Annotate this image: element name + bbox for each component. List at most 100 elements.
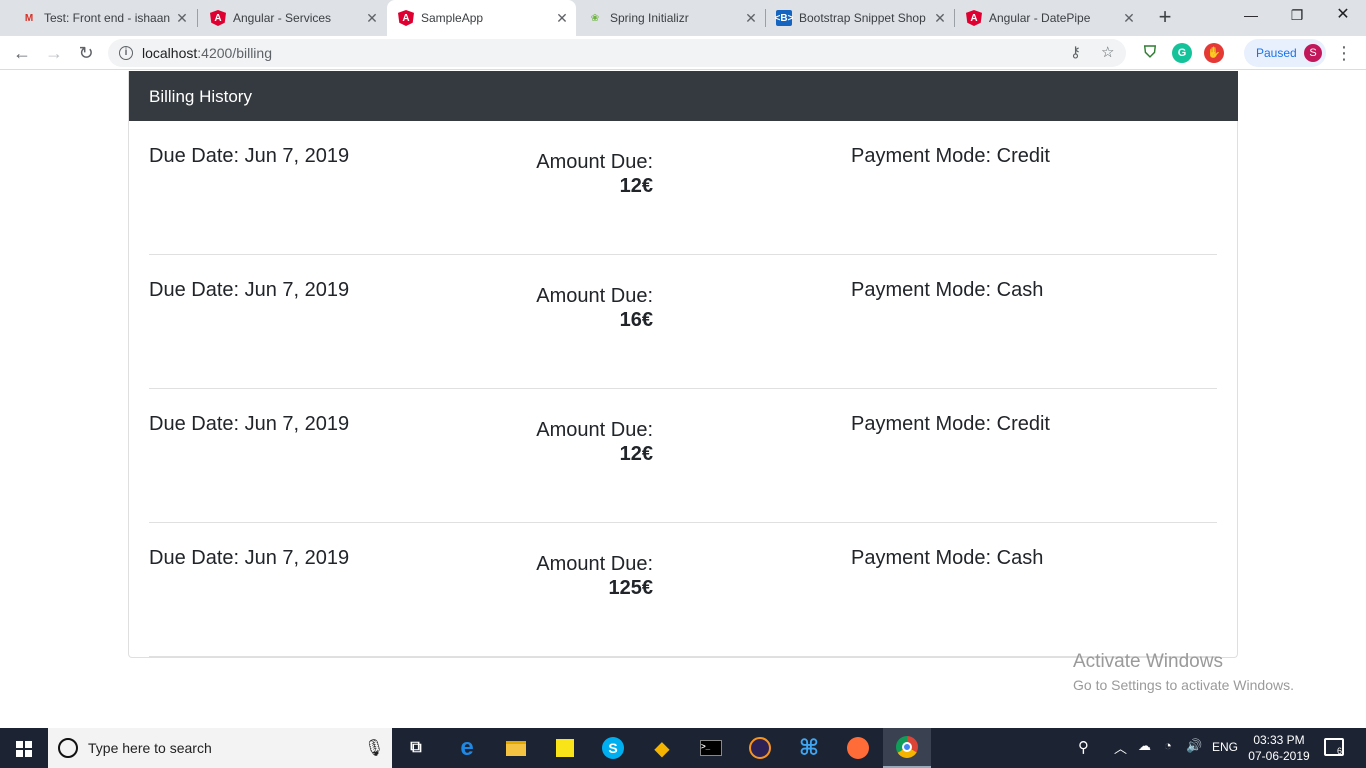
address-bar[interactable]: i localhost:4200/billing ⚷ ☆: [108, 39, 1126, 67]
info-icon[interactable]: i: [119, 46, 133, 60]
shield-extension-icon[interactable]: ⛉: [1140, 43, 1160, 63]
new-tab-button[interactable]: +: [1153, 4, 1177, 30]
back-button[interactable]: ←: [8, 39, 36, 67]
close-icon[interactable]: ✕: [554, 10, 570, 27]
app-launcher-icon[interactable]: ◆: [638, 728, 686, 768]
profile-status: Paused: [1256, 46, 1297, 60]
amount-label: Amount Due:: [536, 419, 653, 441]
amount-due: Amount Due: 12€: [533, 150, 653, 198]
postman-icon[interactable]: [834, 728, 882, 768]
bill-row: Due Date: Jun 7, 2019 Amount Due: 125€ Pa…: [149, 523, 1217, 657]
tab-angular-datepipe[interactable]: A Angular - DatePipe ✕: [955, 0, 1143, 36]
language-indicator[interactable]: ENG: [1212, 740, 1238, 754]
due-date: Due Date: Jun 7, 2019: [149, 413, 350, 435]
payment-mode: Payment Mode: Cash: [851, 279, 1044, 301]
minimize-button[interactable]: —: [1228, 0, 1274, 30]
payment-mode: Payment Mode: Credit: [851, 413, 1050, 435]
close-icon[interactable]: ✕: [743, 10, 759, 27]
forward-button[interactable]: →: [40, 39, 68, 67]
cortana-icon: [58, 738, 78, 758]
menu-icon[interactable]: ⋮: [1334, 39, 1354, 67]
url-path: :4200/billing: [197, 45, 272, 61]
due-date: Due Date: Jun 7, 2019: [149, 145, 350, 167]
start-button[interactable]: [0, 728, 48, 768]
terminal-icon[interactable]: >_: [687, 728, 735, 768]
amount-value: 125€: [608, 577, 654, 599]
vscode-icon[interactable]: ⌘: [785, 728, 833, 768]
amount-value: 12€: [619, 443, 653, 465]
windows-logo-icon: [16, 741, 32, 757]
close-icon[interactable]: ✕: [932, 10, 948, 27]
edge-icon[interactable]: e: [443, 728, 491, 768]
tab-angular-services[interactable]: A Angular - Services ✕: [198, 0, 386, 36]
chrome-icon[interactable]: [883, 728, 931, 768]
notification-count: 6: [1336, 746, 1342, 756]
close-icon[interactable]: ✕: [1121, 10, 1137, 27]
clock-time: 03:33 PM: [1253, 733, 1305, 747]
amount-label: Amount Due:: [536, 285, 653, 307]
tab-spring-initializr[interactable]: ❀ Spring Initializr ✕: [577, 0, 765, 36]
clock[interactable]: 03:33 PM 07-06-2019: [1248, 732, 1310, 764]
key-icon[interactable]: ⚷: [1070, 43, 1081, 61]
tab-title: SampleApp: [421, 11, 484, 25]
bootstrap-icon: <B>: [775, 10, 793, 26]
tab-title: Spring Initializr: [610, 11, 689, 25]
task-view-icon[interactable]: ⧉: [392, 728, 440, 768]
notifications-icon[interactable]: 6: [1324, 738, 1344, 756]
billing-card: Billing History Due Date: Jun 7, 2019 Am…: [128, 71, 1238, 658]
restore-button[interactable]: ❐: [1274, 0, 1320, 30]
url-text[interactable]: localhost:4200/billing: [142, 45, 272, 61]
browser-tabstrip: M Test: Front end - ishaan ✕ A Angular -…: [0, 0, 1366, 36]
amount-due: Amount Due: 125€: [533, 552, 653, 600]
due-date: Due Date: Jun 7, 2019: [149, 279, 350, 301]
amount-label: Amount Due:: [536, 151, 653, 173]
bill-row: Due Date: Jun 7, 2019 Amount Due: 12€ Pay…: [149, 389, 1217, 523]
adblock-icon[interactable]: ✋: [1204, 43, 1224, 63]
payment-mode: Payment Mode: Credit: [851, 145, 1050, 167]
amount-due: Amount Due: 12€: [533, 418, 653, 466]
grammarly-icon[interactable]: G: [1172, 43, 1192, 63]
tab-sampleapp[interactable]: A SampleApp ✕: [387, 0, 576, 36]
volume-icon[interactable]: 🔊: [1186, 738, 1202, 754]
tab-gmail[interactable]: M Test: Front end - ishaan ✕: [0, 0, 196, 36]
spring-icon: ❀: [590, 12, 600, 24]
file-explorer-icon[interactable]: [492, 728, 540, 768]
gmail-icon: M: [24, 12, 34, 24]
chevron-up-icon[interactable]: ︿: [1114, 738, 1127, 757]
clock-date: 07-06-2019: [1248, 749, 1310, 763]
activate-windows-watermark: Activate Windows Go to Settings to activ…: [1073, 651, 1294, 693]
wifi-icon[interactable]: ◔: [1164, 738, 1172, 753]
skype-icon[interactable]: S: [589, 728, 637, 768]
people-icon[interactable]: ⚲: [1078, 738, 1089, 756]
tab-title: Angular - DatePipe: [989, 11, 1091, 25]
angular-icon: A: [966, 10, 982, 26]
tab-title: Test: Front end - ishaan: [44, 11, 171, 25]
watermark-title: Activate Windows: [1073, 651, 1223, 672]
card-header: Billing History: [129, 71, 1238, 121]
close-icon[interactable]: ✕: [174, 10, 190, 27]
payment-mode: Payment Mode: Cash: [851, 547, 1044, 569]
tab-bootstrap-snippet[interactable]: <B> Bootstrap Snippet Shop ✕: [766, 0, 954, 36]
close-window-button[interactable]: ✕: [1320, 0, 1366, 30]
eclipse-icon[interactable]: [736, 728, 784, 768]
windows-taskbar: Type here to search 🎙 ⧉ e S ◆ >_ ⌘ ⚲ ︿ ☁…: [0, 728, 1366, 768]
amount-value: 16€: [619, 309, 653, 331]
reload-button[interactable]: ↻: [72, 39, 100, 67]
amount-value: 12€: [619, 175, 653, 197]
url-host: localhost: [142, 45, 198, 61]
tab-title: Bootstrap Snippet Shop: [799, 11, 926, 25]
close-icon[interactable]: ✕: [364, 10, 380, 27]
onedrive-icon[interactable]: ☁: [1138, 738, 1151, 754]
profile-button[interactable]: Paused S: [1244, 39, 1326, 67]
star-icon[interactable]: ☆: [1101, 43, 1114, 61]
sticky-notes-icon[interactable]: [541, 728, 589, 768]
tab-title: Angular - Services: [233, 11, 332, 25]
angular-icon: A: [210, 10, 226, 26]
microphone-icon[interactable]: 🎙: [364, 738, 384, 758]
browser-toolbar: ← → ↻ i localhost:4200/billing ⚷ ☆ ⛉ G ✋…: [0, 36, 1366, 70]
watermark-subtitle: Go to Settings to activate Windows.: [1073, 677, 1294, 693]
taskbar-search[interactable]: Type here to search 🎙: [48, 728, 392, 768]
bill-row: Due Date: Jun 7, 2019 Amount Due: 12€ Pay…: [149, 121, 1217, 255]
bill-row: Due Date: Jun 7, 2019 Amount Due: 16€ Pay…: [149, 255, 1217, 389]
avatar: S: [1304, 44, 1322, 62]
